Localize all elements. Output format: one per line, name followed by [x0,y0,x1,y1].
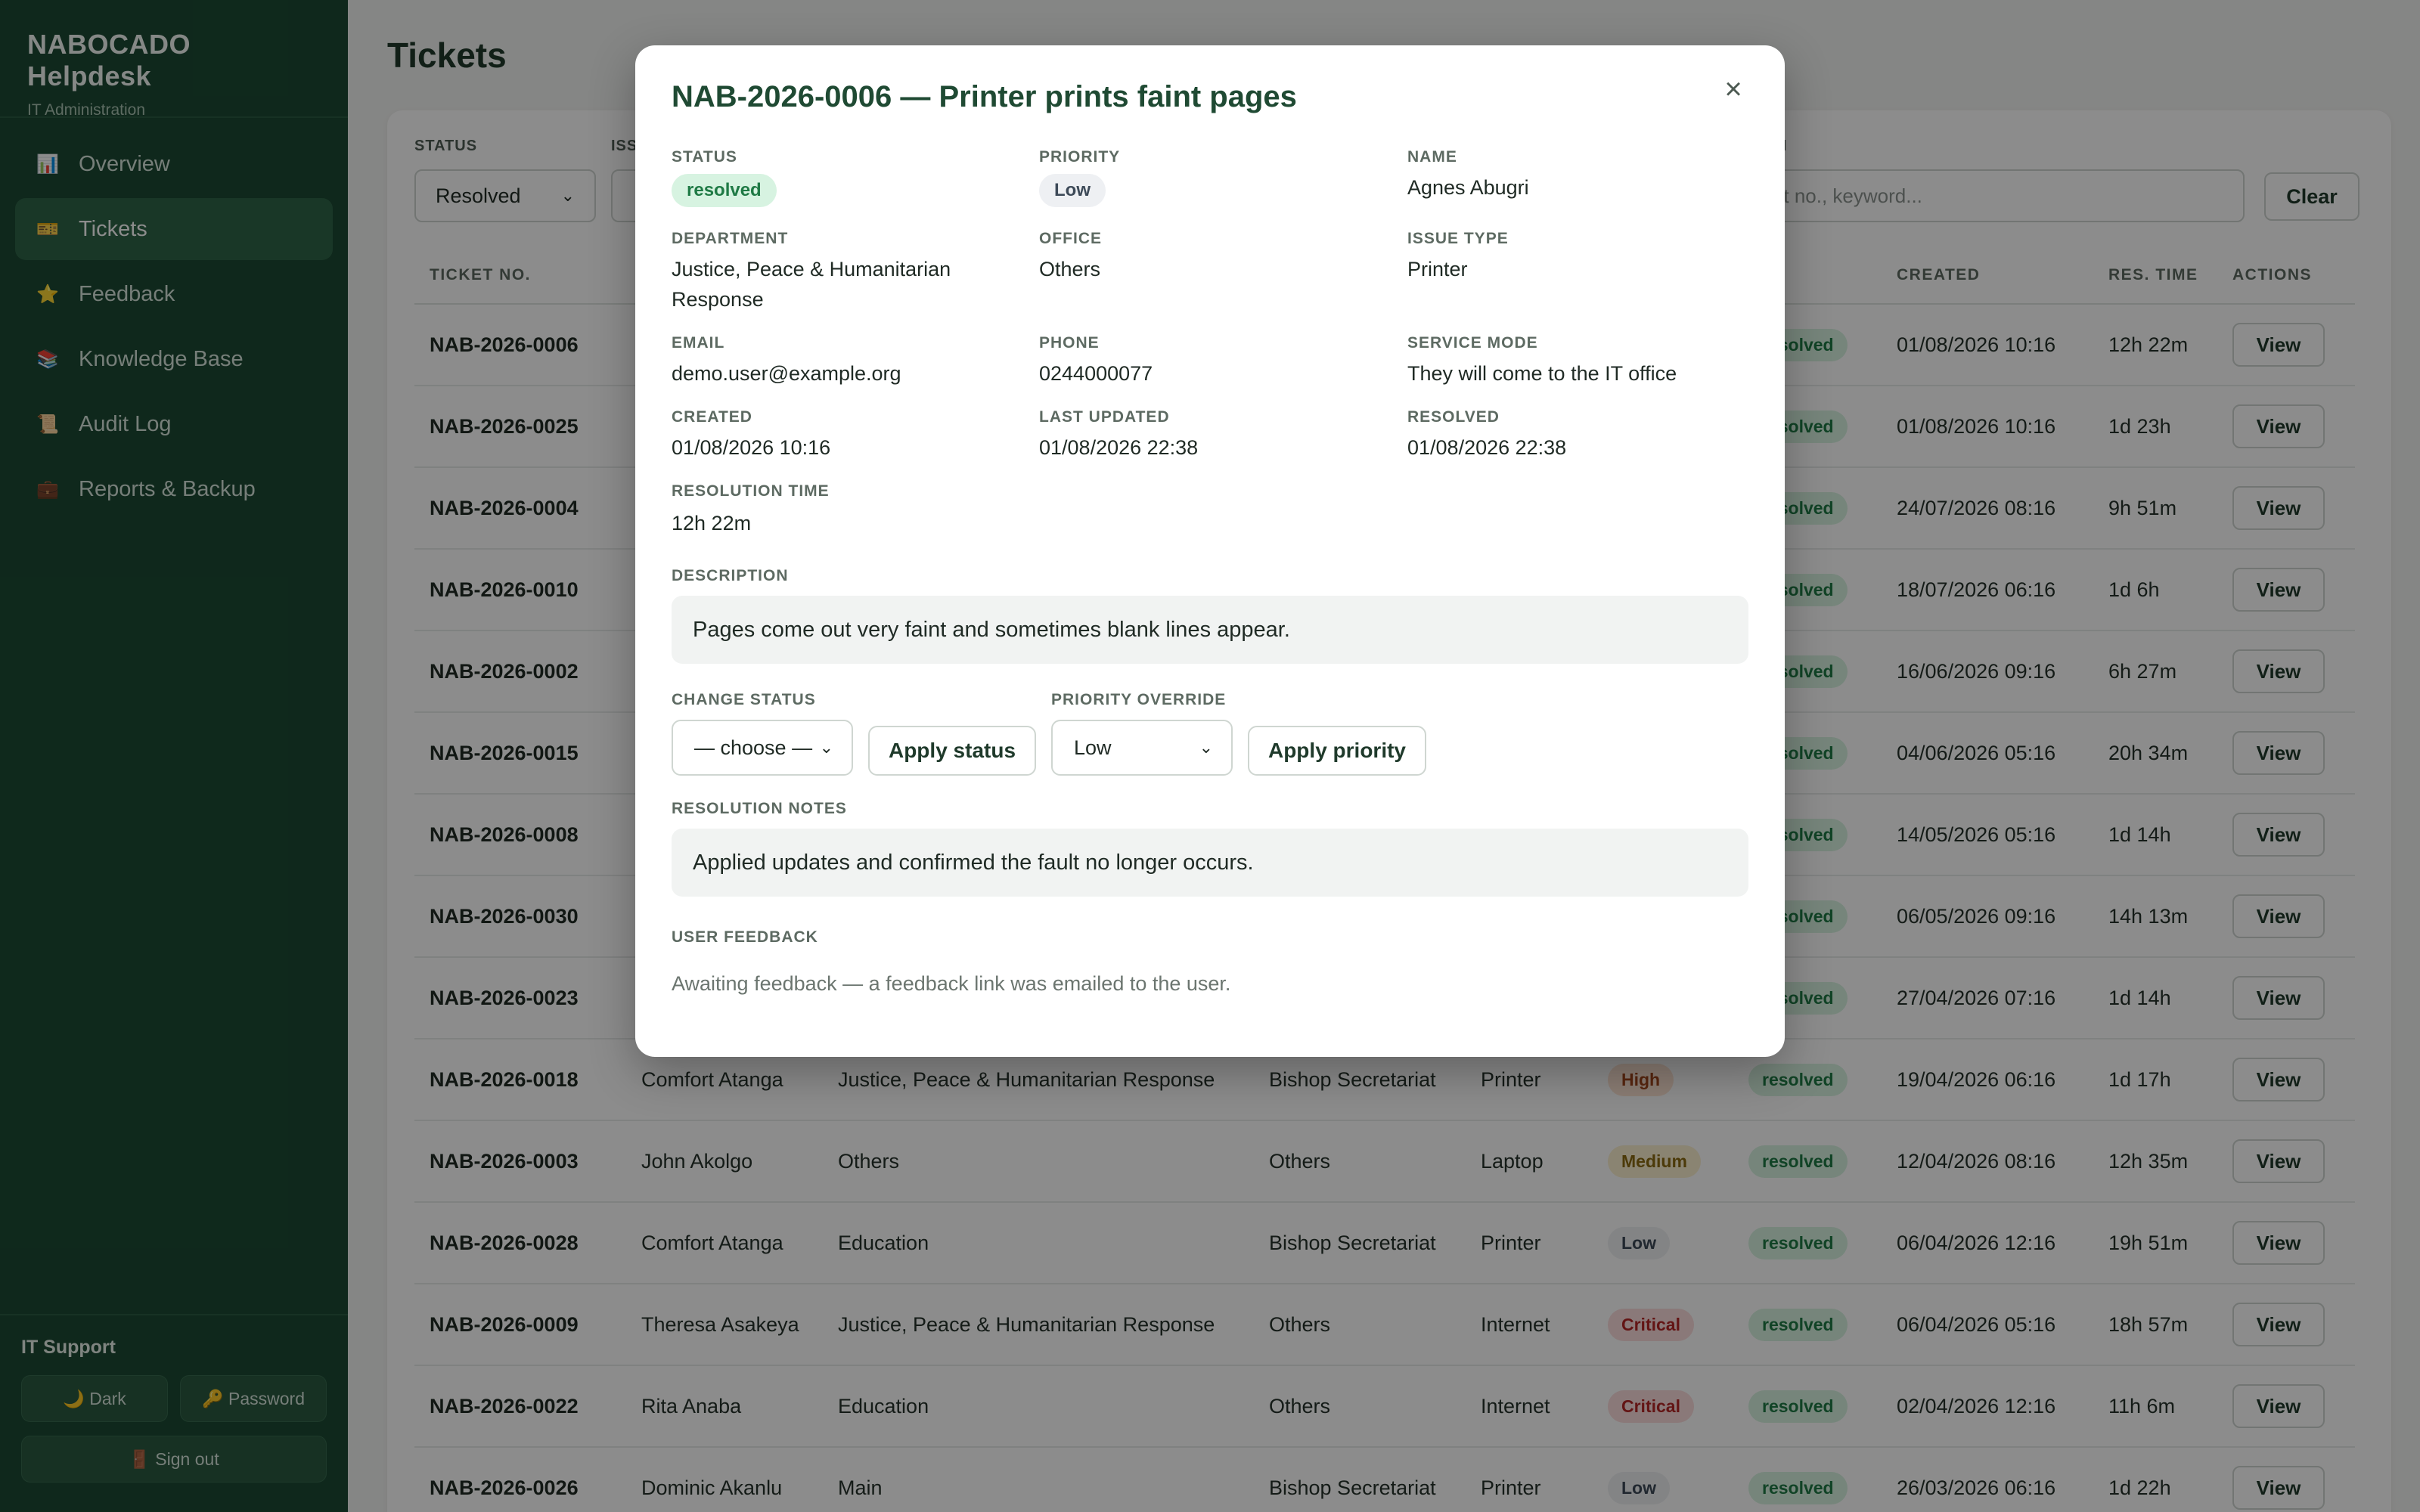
change-status-label: CHANGE STATUS [672,691,816,708]
change-status-select[interactable]: — choose — ⌄ [672,720,853,776]
created-label: CREATED [672,408,752,426]
last-updated-label: LAST UPDATED [1039,408,1170,426]
user-feedback-label: USER FEEDBACK [672,928,818,946]
department-value: Justice, Peace & Humanitarian Response [672,258,951,311]
resolution-notes-text[interactable]: Applied updates and confirmed the fault … [672,829,1748,897]
user-feedback-text: Awaiting feedback — a feedback link was … [672,972,1231,995]
priority-override-label: PRIORITY OVERRIDE [1051,691,1227,708]
name-value: Agnes Abugri [1407,176,1529,199]
ticket-detail-modal: NAB-2026-0006 — Printer prints faint pag… [635,45,1785,1057]
priority-label: PRIORITY [1039,148,1121,166]
resolution-time-label: RESOLUTION TIME [672,482,830,500]
description-label: DESCRIPTION [672,567,789,584]
chevron-down-icon: ⌄ [1199,738,1213,757]
created-value: 01/08/2026 10:16 [672,436,831,459]
phone-value: 0244000077 [1039,362,1153,385]
priority-badge: Low [1039,174,1106,207]
last-updated-value: 01/08/2026 22:38 [1039,436,1199,459]
resolution-time-value: 12h 22m [672,512,752,534]
phone-label: PHONE [1039,334,1100,352]
priority-override-value: Low [1074,736,1112,759]
service-mode-label: SERVICE MODE [1407,334,1538,352]
issue-type-value: Printer [1407,258,1468,280]
department-label: DEPARTMENT [672,230,789,247]
apply-status-button[interactable]: Apply status [868,726,1036,776]
office-value: Others [1039,258,1101,280]
status-label: STATUS [672,148,737,166]
email-value: demo.user@example.org [672,362,901,385]
priority-override-select[interactable]: Low ⌄ [1051,720,1233,776]
email-label: EMAIL [672,334,725,352]
status-badge: resolved [672,174,777,207]
office-label: OFFICE [1039,230,1102,247]
resolved-label: RESOLVED [1407,408,1500,426]
resolution-notes-label: RESOLUTION NOTES [672,800,847,817]
change-status-value: — choose — [694,736,813,759]
close-icon[interactable]: × [1712,68,1754,110]
apply-priority-button[interactable]: Apply priority [1248,726,1426,776]
modal-title: NAB-2026-0006 — Printer prints faint pag… [672,80,1297,113]
service-mode-value: They will come to the IT office [1407,362,1677,385]
issue-type-label: ISSUE TYPE [1407,230,1509,247]
resolved-value: 01/08/2026 22:38 [1407,436,1567,459]
name-label: NAME [1407,148,1457,166]
chevron-down-icon: ⌄ [819,738,833,757]
description-text: Pages come out very faint and sometimes … [672,596,1748,664]
